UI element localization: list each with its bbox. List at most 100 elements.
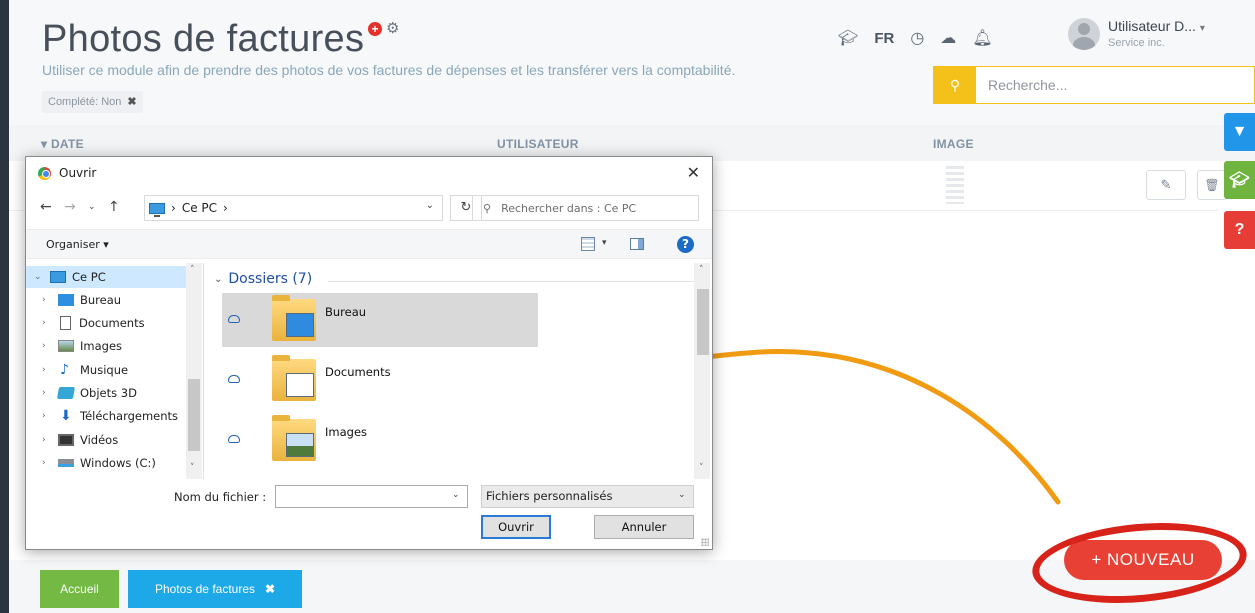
filename-label: Nom du fichier : xyxy=(174,490,267,504)
tree-item-3d-objects[interactable]: › Objets 3D xyxy=(26,382,186,404)
folder-item-desktop[interactable]: Bureau xyxy=(222,293,538,347)
add-icon[interactable]: + xyxy=(368,22,382,36)
drive-icon xyxy=(58,459,74,467)
help-icon[interactable]: ? xyxy=(677,236,694,253)
dialog-search[interactable]: ⚲ Rechercher dans : Ce PC xyxy=(472,195,699,221)
tree-item-videos[interactable]: › Vidéos xyxy=(26,429,186,451)
scroll-up-icon[interactable]: ˄ xyxy=(699,265,704,275)
left-sidebar-strip xyxy=(0,0,9,613)
column-user[interactable]: UTILISATEUR xyxy=(497,137,579,151)
back-icon[interactable]: ← xyxy=(40,199,52,215)
chevron-down-icon[interactable]: ⌄ xyxy=(426,200,434,211)
chevron-down-icon[interactable]: ▾ xyxy=(602,238,607,248)
delete-icon[interactable]: 🗑︎ xyxy=(1197,170,1227,200)
column-date[interactable]: ▾ DATE xyxy=(41,137,84,151)
bell-icon[interactable]: 🔔︎ xyxy=(972,28,992,48)
computer-icon xyxy=(149,202,165,217)
tree-item-documents[interactable]: › Documents xyxy=(26,312,186,334)
folder-name: Images xyxy=(325,425,368,439)
avatar xyxy=(1068,18,1100,50)
chevron-right-icon[interactable]: › xyxy=(42,411,52,421)
folder-item-pictures[interactable]: Images xyxy=(222,413,538,467)
file-list-scroll-thumb[interactable] xyxy=(697,289,709,355)
search-icon[interactable]: ⚲ xyxy=(934,67,976,103)
cube-icon xyxy=(56,387,76,399)
chevron-down-icon[interactable]: ⌄ xyxy=(34,272,44,282)
chevron-right-icon[interactable]: › xyxy=(42,318,52,328)
document-overlay xyxy=(286,373,314,397)
filename-input[interactable] xyxy=(275,485,468,508)
forward-icon[interactable]: → xyxy=(64,199,76,215)
desktop-icon xyxy=(58,294,74,306)
file-list: ⌄ Dossiers (7) Bureau Documents Images ˄… xyxy=(208,263,710,479)
group-header[interactable]: ⌄ Dossiers (7) xyxy=(214,271,312,287)
clock-icon[interactable]: ◷ xyxy=(910,28,924,48)
chat-icon[interactable]: ☁ xyxy=(940,28,956,48)
tree-item-this-pc[interactable]: ⌄ Ce PC xyxy=(26,266,186,288)
graduation-cap-icon[interactable]: 🎓︎ xyxy=(1224,161,1255,199)
tree-item-drive-c[interactable]: › Windows (C:) xyxy=(26,452,186,474)
preview-pane-icon[interactable] xyxy=(630,238,644,250)
image-icon xyxy=(58,340,74,352)
close-icon[interactable]: ✕ xyxy=(687,163,700,182)
home-tab[interactable]: Accueil xyxy=(40,570,119,608)
filetype-select[interactable]: Fichiers personnalisés xyxy=(481,485,694,508)
chevron-right-icon[interactable]: › xyxy=(42,388,52,398)
scroll-down-icon[interactable]: ˅ xyxy=(190,463,195,473)
cancel-button[interactable]: Annuler xyxy=(594,515,694,539)
music-icon: ♪ xyxy=(60,362,69,378)
caret-down-icon: ▾ xyxy=(1199,23,1205,34)
breadcrumb[interactable]: Ce PC xyxy=(182,201,217,215)
folder-icon xyxy=(272,415,316,461)
tree-item-label: Images xyxy=(80,339,123,353)
invoice-thumbnail[interactable] xyxy=(946,166,964,204)
scroll-down-icon[interactable]: ˅ xyxy=(699,463,704,473)
download-icon: ⬇ xyxy=(60,408,72,424)
scroll-up-icon[interactable]: ˄ xyxy=(190,265,195,275)
language-selector[interactable]: FR xyxy=(874,30,894,47)
dialog-nav: ← → ⌄ ↑ › Ce PC › ⌄ ↻ ⚲ Rechercher dans … xyxy=(26,191,712,225)
gear-icon[interactable]: ⚙ xyxy=(386,21,399,36)
filter-icon[interactable]: ▼ xyxy=(1224,113,1255,151)
folder-item-documents[interactable]: Documents xyxy=(222,353,538,407)
search-input[interactable] xyxy=(976,67,1254,103)
chevron-down-icon[interactable]: ⌄ xyxy=(678,490,686,500)
tree-scroll-thumb[interactable] xyxy=(188,379,200,451)
tree-item-label: Objets 3D xyxy=(80,386,137,400)
chevron-right-icon[interactable]: › xyxy=(42,435,52,445)
breadcrumb-sep-icon: › xyxy=(171,201,176,215)
tree-item-label: Ce PC xyxy=(72,270,106,284)
graduation-cap-icon[interactable]: 🎓︎ xyxy=(838,28,858,48)
tree-item-pictures[interactable]: › Images xyxy=(26,335,186,357)
tree-item-music[interactable]: › ♪ Musique xyxy=(26,359,186,381)
filter-chip-label: Complété: Non xyxy=(48,96,122,108)
column-image[interactable]: IMAGE xyxy=(933,137,974,151)
search-icon: ⚲ xyxy=(483,201,492,215)
remove-filter-icon[interactable]: ✖ xyxy=(127,91,136,113)
chevron-down-icon[interactable]: ⌄ xyxy=(214,274,222,285)
filter-chip[interactable]: Complété: Non ✖ xyxy=(42,91,143,113)
chevron-right-icon[interactable]: › xyxy=(42,458,52,468)
up-icon[interactable]: ↑ xyxy=(108,199,120,215)
close-tab-icon[interactable]: ✖ xyxy=(265,582,275,596)
recent-dropdown-icon[interactable]: ⌄ xyxy=(88,202,96,212)
resize-grip[interactable] xyxy=(701,538,709,546)
help-icon[interactable]: ? xyxy=(1224,211,1255,249)
user-menu[interactable]: Utilisateur D... ▾ Service inc. xyxy=(1068,18,1205,50)
new-button[interactable]: + NOUVEAU xyxy=(1064,540,1222,580)
address-bar[interactable]: › Ce PC › ⌄ xyxy=(144,195,443,221)
current-tab[interactable]: Photos de factures ✖ xyxy=(128,570,302,608)
chevron-right-icon[interactable]: › xyxy=(42,365,52,375)
organiser-menu[interactable]: Organiser ▾ xyxy=(46,238,109,251)
tree-item-downloads[interactable]: › ⬇ Téléchargements xyxy=(26,405,188,427)
tree-item-label: Musique xyxy=(80,363,129,377)
chevron-down-icon[interactable]: ⌄ xyxy=(452,490,460,500)
open-button[interactable]: Ouvrir xyxy=(481,515,551,539)
chevron-right-icon[interactable]: › xyxy=(42,341,52,351)
organiser-label: Organiser xyxy=(46,238,100,251)
chevron-right-icon[interactable]: › xyxy=(42,295,52,305)
edit-icon[interactable]: ✎ xyxy=(1146,170,1186,200)
tree-item-desktop[interactable]: › Bureau xyxy=(26,289,186,311)
view-icon[interactable] xyxy=(581,237,595,251)
group-label: Dossiers (7) xyxy=(228,271,313,287)
